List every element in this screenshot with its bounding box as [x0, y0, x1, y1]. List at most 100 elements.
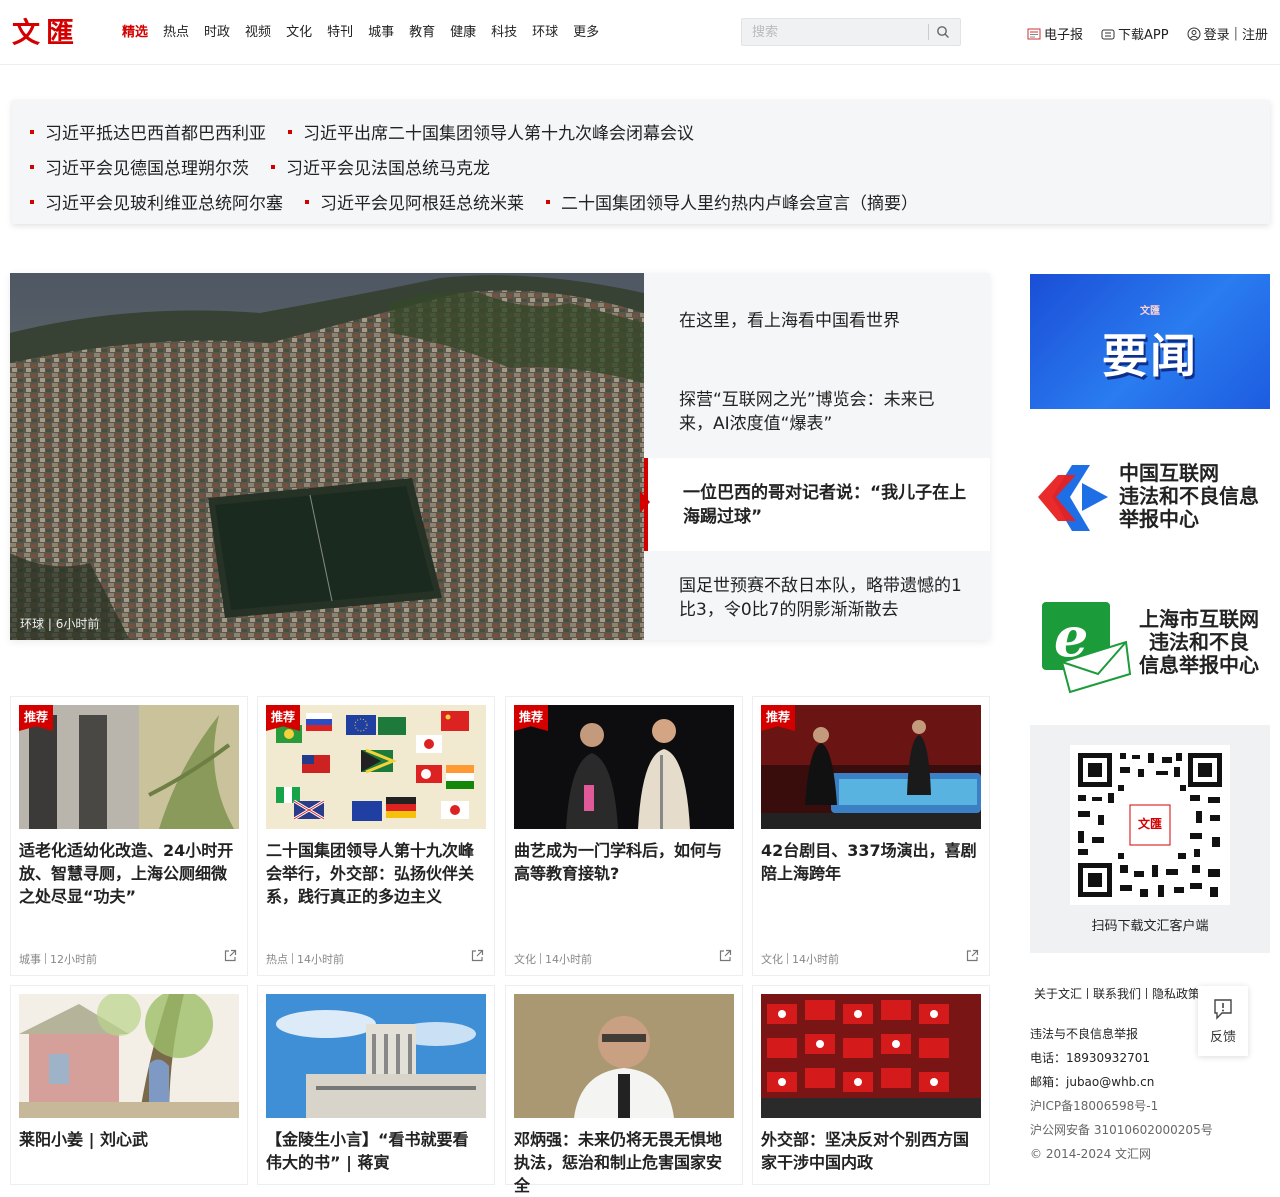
card-image: 推荐	[514, 705, 734, 829]
news-card[interactable]: 推荐 曲艺成为一门学科后，如何与高等教育接轨? 文化 14小时前	[505, 696, 743, 976]
feature-carousel: 环球 | 6小时前 在这里，看上海看中国看世界 探营“互联网之光”博览会：未来已…	[10, 273, 990, 640]
news-card[interactable]: 推荐 适老化适幼化改造、24小时开放、智慧寻厕，上海公厕细微之处尽显“功夫” 城…	[10, 696, 248, 976]
headline-news-banner[interactable]: 文匯 要闻	[1030, 274, 1270, 409]
header-links: 电子报 下载APP 登录 | 注册	[1009, 24, 1268, 43]
user-icon	[1187, 27, 1201, 40]
qr-caption: 扫码下载文汇客户端	[1091, 919, 1209, 934]
about-link[interactable]: 关于文汇	[1034, 985, 1082, 1002]
report-center-logo-icon	[1038, 465, 1108, 531]
news-card[interactable]: 推荐 二十国集团领导人第十九次峰会举行，外交部：弘扬伙伴关系，践行真正的多边主义…	[257, 696, 495, 976]
china-report-center-link[interactable]: 中国互联网 违法和不良信息 举报中心	[1030, 455, 1270, 545]
feature-item[interactable]: 在这里，看上海看中国看世界	[644, 309, 990, 333]
login-link[interactable]: 登录	[1187, 24, 1230, 43]
police-record[interactable]: 沪公网安备 31010602000205号	[1030, 1121, 1213, 1138]
nav-item-world[interactable]: 环球	[532, 24, 558, 42]
feedback-button[interactable]: 反馈	[1198, 986, 1248, 1056]
news-card[interactable]: 莱阳小姜 | 刘心武	[10, 985, 248, 1185]
headline-link[interactable]: 习近平抵达巴西首都巴西利亚	[30, 119, 266, 144]
share-icon[interactable]	[224, 949, 237, 962]
library-building-photo	[266, 994, 486, 1118]
search-divider	[928, 24, 929, 40]
feedback-icon	[1214, 999, 1232, 1020]
top-headlines: 习近平抵达巴西首都巴西利亚 习近平出席二十国集团领导人第十九次峰会闭幕会议 习近…	[12, 100, 1270, 224]
news-card[interactable]: 外交部：坚决反对个别西方国家干涉中国内政	[752, 985, 990, 1185]
nav-item-culture[interactable]: 文化	[286, 24, 312, 42]
download-app-link[interactable]: 下载APP	[1101, 24, 1169, 43]
nav-item-featured[interactable]: 精选	[122, 24, 148, 42]
epaper-link[interactable]: 电子报	[1027, 24, 1083, 43]
news-card[interactable]: 邓炳强：未来仍将无畏无惧地执法，惩治和制止危害国家安全	[505, 985, 743, 1195]
banner-logo: 文匯	[1140, 306, 1160, 317]
download-app-label: 下载APP	[1118, 28, 1169, 43]
headline-link[interactable]: 习近平会见阿根廷总统米莱	[305, 189, 524, 214]
headline-link[interactable]: 习近平会见玻利维亚总统阿尔塞	[30, 189, 283, 214]
newspaper-icon	[1027, 28, 1041, 39]
banner-title: 要闻	[1102, 329, 1198, 383]
card-image	[514, 994, 734, 1118]
privacy-link[interactable]: 隐私政策	[1152, 985, 1200, 1002]
qr-center-logo: 文匯	[1137, 817, 1162, 831]
nav-item-politics[interactable]: 时政	[204, 24, 230, 42]
contact-link[interactable]: 联系我们	[1093, 985, 1141, 1002]
nav-item-more[interactable]: 更多	[573, 24, 599, 42]
shanghai-report-center-link[interactable]: e 上海市互联网 违法和不良 信息举报中心	[1030, 596, 1270, 696]
news-card[interactable]: 【金陵生小言】“看书就要看伟大的书” | 蒋寅	[257, 985, 495, 1185]
share-icon[interactable]	[966, 949, 979, 962]
register-link[interactable]: 注册	[1242, 24, 1268, 43]
headline-link[interactable]: 习近平会见德国总理朔尔茨	[30, 154, 249, 179]
feedback-label: 反馈	[1209, 1030, 1236, 1045]
nav-item-video[interactable]: 视频	[245, 24, 271, 42]
login-label: 登录	[1203, 28, 1230, 43]
app-icon	[1101, 29, 1115, 39]
search-input[interactable]	[742, 19, 928, 45]
feature-item[interactable]: 探营“互联网之光”博览会：未来已来，AI浓度值“爆表”	[644, 388, 990, 436]
feature-item[interactable]: 国足世预赛不敌日本队，略带遗憾的1比3，令0比7的阴影渐渐散去	[644, 574, 990, 622]
card-image	[761, 994, 981, 1118]
feature-caption: 环球 | 6小时前	[20, 617, 100, 631]
bullet-icon	[271, 164, 275, 169]
share-icon[interactable]	[719, 949, 732, 962]
active-indicator-arrow	[640, 491, 650, 513]
card-image: 推荐	[19, 705, 239, 829]
shanghai-report-title: 上海市互联网 违法和不良 信息举报中心	[1139, 607, 1259, 677]
favela-aerial-photo	[10, 273, 644, 640]
official-portrait-photo	[514, 994, 734, 1118]
card-title: 42台剧目、337场演出，喜剧陪上海跨年	[761, 841, 977, 883]
nav-item-special[interactable]: 特刊	[327, 24, 353, 42]
headline-row: 习近平抵达巴西首都巴西利亚 习近平出席二十国集团领导人第十九次峰会闭幕会议	[30, 114, 1270, 149]
nav-item-education[interactable]: 教育	[409, 24, 435, 42]
card-image: 推荐	[266, 705, 486, 829]
card-meta: 城事 12小时前	[19, 953, 97, 966]
card-title: 莱阳小姜 | 刘心武	[19, 1130, 148, 1149]
card-title: 二十国集团领导人第十九次峰会举行，外交部：弘扬伙伴关系，践行真正的多边主义	[266, 841, 475, 906]
headline-link[interactable]: 二十国集团领导人里约热内卢峰会宣言（摘要）	[546, 189, 918, 214]
qr-code-image[interactable]: 文匯	[1070, 745, 1230, 905]
report-phone: 电话：18930932701	[1030, 1051, 1150, 1065]
search-icon[interactable]	[936, 25, 950, 39]
nav-item-health[interactable]: 健康	[450, 24, 476, 42]
site-logo[interactable]: 文匯	[12, 14, 80, 49]
nav-item-city[interactable]: 城事	[368, 24, 394, 42]
news-card[interactable]: 推荐 42台剧目、337场演出，喜剧陪上海跨年 文化 14小时前	[752, 696, 990, 976]
headline-link[interactable]: 习近平出席二十国集团领导人第十九次峰会闭幕会议	[288, 119, 694, 144]
copyright: © 2014-2024 文汇网	[1030, 1147, 1152, 1161]
card-meta: 热点 14小时前	[266, 953, 344, 966]
report-line: 违法与不良信息举报	[1030, 1027, 1139, 1041]
epaper-label: 电子报	[1043, 28, 1083, 43]
nav-item-tech[interactable]: 科技	[491, 24, 517, 42]
nav-item-hot[interactable]: 热点	[163, 24, 189, 42]
card-image: 推荐	[761, 705, 981, 829]
headline-link[interactable]: 习近平会见法国总统马克龙	[271, 154, 490, 179]
footer-separator	[1146, 988, 1148, 999]
feature-item-active[interactable]: 一位巴西的哥对记者说：“我儿子在上海踢过球”	[644, 458, 990, 551]
feature-image[interactable]: 环球 | 6小时前	[10, 273, 644, 640]
bullet-icon	[30, 164, 34, 169]
share-icon[interactable]	[471, 949, 484, 962]
footer-links: 关于文汇 联系我们 隐私政策	[1034, 985, 1200, 1002]
report-email: 邮箱：jubao@whb.cn	[1030, 1075, 1155, 1089]
headline-row: 习近平会见德国总理朔尔茨 习近平会见法国总统马克龙	[30, 149, 1270, 184]
bullet-icon	[30, 199, 34, 204]
envelope-e-logo-icon: e	[1042, 602, 1132, 694]
bullet-icon	[305, 199, 309, 204]
icp-license[interactable]: 沪ICP备18006598号-1	[1030, 1097, 1158, 1114]
